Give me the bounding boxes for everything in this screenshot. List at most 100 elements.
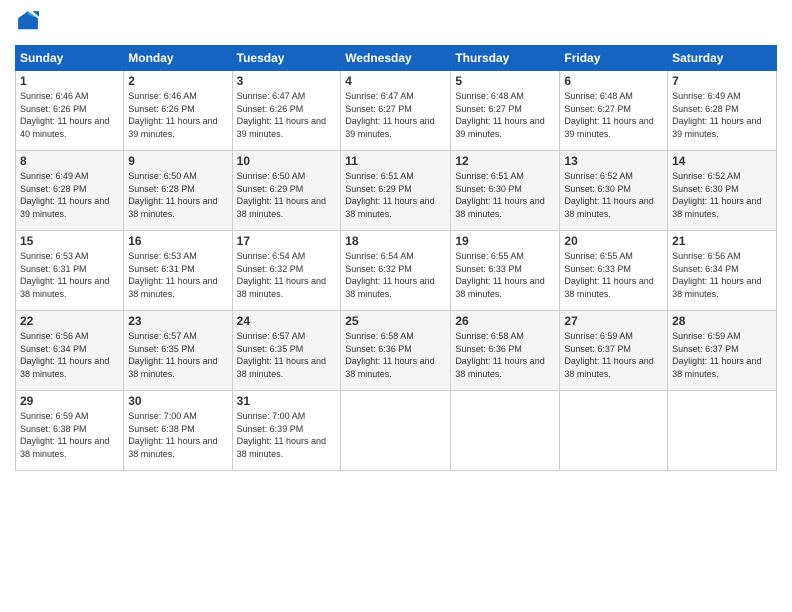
day-info: Sunrise: 6:58 AMSunset: 6:36 PMDaylight:… (345, 331, 434, 379)
calendar-cell (451, 391, 560, 471)
day-info: Sunrise: 6:54 AMSunset: 6:32 PMDaylight:… (345, 251, 434, 299)
calendar-cell: 9 Sunrise: 6:50 AMSunset: 6:28 PMDayligh… (124, 151, 232, 231)
calendar-cell: 7 Sunrise: 6:49 AMSunset: 6:28 PMDayligh… (668, 71, 777, 151)
day-number: 8 (20, 154, 119, 168)
day-info: Sunrise: 6:58 AMSunset: 6:36 PMDaylight:… (455, 331, 544, 379)
day-number: 6 (564, 74, 663, 88)
day-number: 27 (564, 314, 663, 328)
day-number: 15 (20, 234, 119, 248)
day-info: Sunrise: 6:59 AMSunset: 6:37 PMDaylight:… (564, 331, 653, 379)
day-info: Sunrise: 6:52 AMSunset: 6:30 PMDaylight:… (672, 171, 761, 219)
calendar: SundayMondayTuesdayWednesdayThursdayFrid… (15, 45, 777, 471)
day-info: Sunrise: 6:57 AMSunset: 6:35 PMDaylight:… (128, 331, 217, 379)
day-info: Sunrise: 6:48 AMSunset: 6:27 PMDaylight:… (455, 91, 544, 139)
calendar-cell (560, 391, 668, 471)
calendar-cell: 19 Sunrise: 6:55 AMSunset: 6:33 PMDaylig… (451, 231, 560, 311)
calendar-cell: 11 Sunrise: 6:51 AMSunset: 6:29 PMDaylig… (341, 151, 451, 231)
calendar-cell: 4 Sunrise: 6:47 AMSunset: 6:27 PMDayligh… (341, 71, 451, 151)
calendar-cell (668, 391, 777, 471)
calendar-week: 1 Sunrise: 6:46 AMSunset: 6:26 PMDayligh… (16, 71, 777, 151)
weekday-header: Thursday (451, 46, 560, 71)
day-info: Sunrise: 6:50 AMSunset: 6:29 PMDaylight:… (237, 171, 326, 219)
day-number: 11 (345, 154, 446, 168)
day-number: 20 (564, 234, 663, 248)
day-info: Sunrise: 6:49 AMSunset: 6:28 PMDaylight:… (672, 91, 761, 139)
calendar-cell: 13 Sunrise: 6:52 AMSunset: 6:30 PMDaylig… (560, 151, 668, 231)
day-number: 4 (345, 74, 446, 88)
day-number: 25 (345, 314, 446, 328)
day-info: Sunrise: 6:53 AMSunset: 6:31 PMDaylight:… (128, 251, 217, 299)
calendar-cell: 25 Sunrise: 6:58 AMSunset: 6:36 PMDaylig… (341, 311, 451, 391)
calendar-header: SundayMondayTuesdayWednesdayThursdayFrid… (16, 46, 777, 71)
day-info: Sunrise: 6:48 AMSunset: 6:27 PMDaylight:… (564, 91, 653, 139)
weekday-header: Tuesday (232, 46, 341, 71)
day-number: 3 (237, 74, 337, 88)
day-number: 23 (128, 314, 227, 328)
header (15, 10, 777, 37)
page: SundayMondayTuesdayWednesdayThursdayFrid… (0, 0, 792, 612)
day-info: Sunrise: 6:55 AMSunset: 6:33 PMDaylight:… (564, 251, 653, 299)
calendar-cell: 29 Sunrise: 6:59 AMSunset: 6:38 PMDaylig… (16, 391, 124, 471)
weekday-header: Saturday (668, 46, 777, 71)
logo (15, 10, 43, 37)
weekday-header: Friday (560, 46, 668, 71)
day-number: 9 (128, 154, 227, 168)
day-info: Sunrise: 6:59 AMSunset: 6:38 PMDaylight:… (20, 411, 109, 459)
calendar-cell: 31 Sunrise: 7:00 AMSunset: 6:39 PMDaylig… (232, 391, 341, 471)
day-info: Sunrise: 6:52 AMSunset: 6:30 PMDaylight:… (564, 171, 653, 219)
day-info: Sunrise: 6:54 AMSunset: 6:32 PMDaylight:… (237, 251, 326, 299)
calendar-cell: 1 Sunrise: 6:46 AMSunset: 6:26 PMDayligh… (16, 71, 124, 151)
day-number: 14 (672, 154, 772, 168)
day-info: Sunrise: 6:53 AMSunset: 6:31 PMDaylight:… (20, 251, 109, 299)
day-number: 31 (237, 394, 337, 408)
calendar-cell: 17 Sunrise: 6:54 AMSunset: 6:32 PMDaylig… (232, 231, 341, 311)
calendar-cell: 16 Sunrise: 6:53 AMSunset: 6:31 PMDaylig… (124, 231, 232, 311)
day-number: 30 (128, 394, 227, 408)
day-number: 28 (672, 314, 772, 328)
calendar-cell: 5 Sunrise: 6:48 AMSunset: 6:27 PMDayligh… (451, 71, 560, 151)
day-info: Sunrise: 6:46 AMSunset: 6:26 PMDaylight:… (20, 91, 109, 139)
day-number: 19 (455, 234, 555, 248)
day-number: 12 (455, 154, 555, 168)
day-number: 29 (20, 394, 119, 408)
day-info: Sunrise: 6:47 AMSunset: 6:27 PMDaylight:… (345, 91, 434, 139)
calendar-cell: 14 Sunrise: 6:52 AMSunset: 6:30 PMDaylig… (668, 151, 777, 231)
calendar-cell: 15 Sunrise: 6:53 AMSunset: 6:31 PMDaylig… (16, 231, 124, 311)
day-number: 1 (20, 74, 119, 88)
day-info: Sunrise: 6:46 AMSunset: 6:26 PMDaylight:… (128, 91, 217, 139)
calendar-week: 15 Sunrise: 6:53 AMSunset: 6:31 PMDaylig… (16, 231, 777, 311)
day-info: Sunrise: 6:55 AMSunset: 6:33 PMDaylight:… (455, 251, 544, 299)
day-number: 13 (564, 154, 663, 168)
day-info: Sunrise: 7:00 AMSunset: 6:38 PMDaylight:… (128, 411, 217, 459)
day-number: 24 (237, 314, 337, 328)
day-info: Sunrise: 6:57 AMSunset: 6:35 PMDaylight:… (237, 331, 326, 379)
calendar-body: 1 Sunrise: 6:46 AMSunset: 6:26 PMDayligh… (16, 71, 777, 471)
day-info: Sunrise: 6:47 AMSunset: 6:26 PMDaylight:… (237, 91, 326, 139)
day-info: Sunrise: 6:56 AMSunset: 6:34 PMDaylight:… (20, 331, 109, 379)
day-number: 17 (237, 234, 337, 248)
calendar-week: 8 Sunrise: 6:49 AMSunset: 6:28 PMDayligh… (16, 151, 777, 231)
calendar-cell: 27 Sunrise: 6:59 AMSunset: 6:37 PMDaylig… (560, 311, 668, 391)
weekday-header: Sunday (16, 46, 124, 71)
day-info: Sunrise: 6:56 AMSunset: 6:34 PMDaylight:… (672, 251, 761, 299)
calendar-cell: 26 Sunrise: 6:58 AMSunset: 6:36 PMDaylig… (451, 311, 560, 391)
calendar-cell: 12 Sunrise: 6:51 AMSunset: 6:30 PMDaylig… (451, 151, 560, 231)
calendar-cell: 22 Sunrise: 6:56 AMSunset: 6:34 PMDaylig… (16, 311, 124, 391)
calendar-cell: 10 Sunrise: 6:50 AMSunset: 6:29 PMDaylig… (232, 151, 341, 231)
calendar-cell: 6 Sunrise: 6:48 AMSunset: 6:27 PMDayligh… (560, 71, 668, 151)
day-number: 5 (455, 74, 555, 88)
calendar-cell: 2 Sunrise: 6:46 AMSunset: 6:26 PMDayligh… (124, 71, 232, 151)
day-number: 18 (345, 234, 446, 248)
day-number: 16 (128, 234, 227, 248)
calendar-cell: 21 Sunrise: 6:56 AMSunset: 6:34 PMDaylig… (668, 231, 777, 311)
calendar-cell: 8 Sunrise: 6:49 AMSunset: 6:28 PMDayligh… (16, 151, 124, 231)
calendar-cell: 23 Sunrise: 6:57 AMSunset: 6:35 PMDaylig… (124, 311, 232, 391)
calendar-cell: 3 Sunrise: 6:47 AMSunset: 6:26 PMDayligh… (232, 71, 341, 151)
day-info: Sunrise: 6:59 AMSunset: 6:37 PMDaylight:… (672, 331, 761, 379)
day-info: Sunrise: 6:50 AMSunset: 6:28 PMDaylight:… (128, 171, 217, 219)
calendar-cell (341, 391, 451, 471)
day-number: 2 (128, 74, 227, 88)
day-info: Sunrise: 7:00 AMSunset: 6:39 PMDaylight:… (237, 411, 326, 459)
day-number: 26 (455, 314, 555, 328)
day-number: 10 (237, 154, 337, 168)
